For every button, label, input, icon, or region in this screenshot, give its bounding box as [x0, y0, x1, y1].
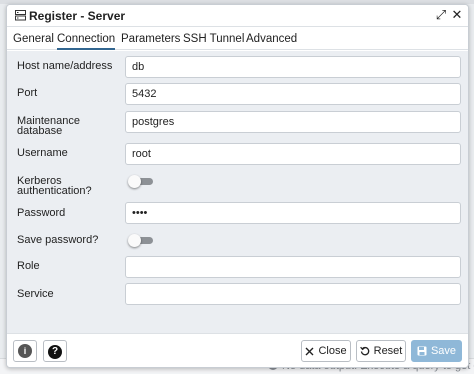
port-input[interactable]	[125, 83, 461, 105]
toggle-knob	[128, 175, 141, 188]
maintenance-db-label-line2: database	[17, 125, 63, 137]
toggle-knob	[128, 234, 141, 247]
help-icon: ?	[48, 345, 62, 359]
kerberos-toggle[interactable]	[128, 175, 154, 188]
reset-button-label: Reset	[373, 345, 403, 357]
service-input[interactable]	[125, 283, 461, 305]
tab-connection[interactable]: Connection	[57, 28, 115, 50]
save-icon	[417, 346, 427, 356]
help-button[interactable]: ?	[43, 340, 67, 362]
password-input[interactable]	[125, 202, 461, 224]
username-input[interactable]	[125, 143, 461, 165]
kerberos-label-line2: authentication?	[17, 185, 92, 197]
maintenance-db-input[interactable]	[125, 111, 461, 133]
close-button-label: Close	[318, 345, 347, 357]
tab-general[interactable]: General	[13, 28, 54, 50]
info-icon: i	[18, 344, 32, 358]
save-password-label: Save password?	[17, 234, 99, 246]
tab-advanced[interactable]: Advanced	[246, 28, 297, 50]
save-password-toggle[interactable]	[128, 234, 154, 247]
role-input[interactable]	[125, 256, 461, 278]
host-label: Host name/address	[17, 60, 113, 72]
host-input[interactable]	[125, 56, 461, 78]
reset-icon	[359, 346, 369, 356]
dialog-titlebar[interactable]: Register - Server ⤢ ✕	[7, 5, 468, 27]
reset-button[interactable]: Reset	[356, 340, 406, 362]
tab-ssh-tunnel[interactable]: SSH Tunnel	[183, 28, 244, 50]
info-button[interactable]: i	[13, 340, 37, 362]
service-label: Service	[17, 288, 54, 300]
save-button[interactable]: Save	[411, 340, 462, 362]
expand-icon[interactable]: ⤢	[434, 8, 448, 22]
close-button[interactable]: Close	[301, 340, 351, 362]
port-label: Port	[17, 87, 38, 99]
password-label: Password	[17, 207, 66, 219]
dialog-footer: i ? Close Reset Save	[7, 333, 468, 367]
connection-form: Host name/address Port Maintenance datab…	[7, 51, 468, 333]
save-button-label: Save	[430, 345, 457, 357]
close-icon[interactable]: ✕	[450, 8, 464, 22]
server-icon	[15, 10, 26, 21]
role-label: Role	[17, 260, 40, 272]
close-icon	[305, 347, 314, 356]
dialog-title: Register - Server	[29, 9, 126, 23]
tab-bar: General Connection Parameters SSH Tunnel…	[7, 28, 468, 50]
register-server-dialog: Register - Server ⤢ ✕ General Connection…	[6, 4, 469, 368]
tab-parameters[interactable]: Parameters	[121, 28, 180, 50]
username-label: Username	[17, 147, 68, 159]
